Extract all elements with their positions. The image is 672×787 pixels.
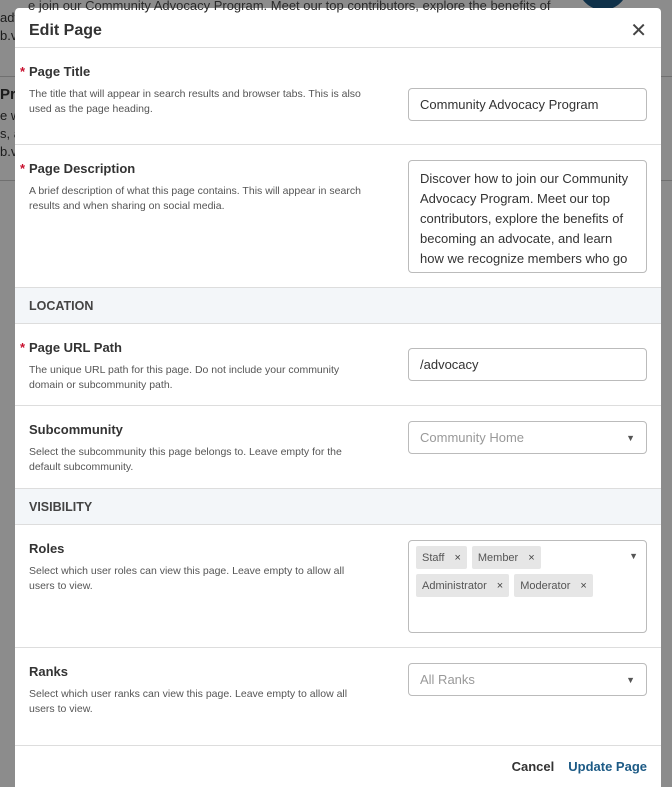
edit-page-dialog: Edit Page ✕ * Page Title The title that w…	[15, 8, 661, 787]
cancel-button[interactable]: Cancel	[512, 759, 555, 774]
select-placeholder: All Ranks	[420, 672, 475, 687]
section-visibility: VISIBILITY	[15, 489, 661, 525]
chevron-down-icon: ▼	[626, 674, 635, 685]
field-help: Select the subcommunity this page belong…	[29, 446, 342, 473]
bg-text: e join our Community Advocacy Program. M…	[28, 0, 551, 13]
field-ranks: Ranks Select which user ranks can view t…	[15, 648, 661, 745]
subcommunity-select[interactable]: Community Home ▼	[408, 421, 647, 454]
field-help: A brief description of what this page co…	[29, 185, 361, 212]
roles-multiselect[interactable]: Staff × Member × Administrator × Moderator ×…	[408, 540, 647, 633]
remove-tag-icon[interactable]: ×	[454, 552, 460, 564]
tag-label: Moderator	[520, 579, 571, 592]
field-label: Subcommunity	[29, 422, 123, 437]
remove-tag-icon[interactable]: ×	[528, 552, 534, 564]
required-marker: *	[20, 161, 26, 176]
field-label: Roles	[29, 541, 65, 556]
field-page-title: * Page Title The title that will appear i…	[15, 48, 661, 145]
field-help: Select which user ranks can view this pa…	[29, 688, 348, 715]
field-page-description: * Page Description A brief description of…	[15, 145, 661, 288]
tag-label: Staff	[422, 551, 445, 564]
select-placeholder: Community Home	[420, 430, 525, 445]
role-tag: Staff ×	[416, 546, 467, 569]
chevron-down-icon: ▼	[626, 432, 635, 443]
field-label: Ranks	[29, 664, 69, 679]
field-help: The title that will appear in search res…	[29, 88, 361, 115]
ranks-select[interactable]: All Ranks ▼	[408, 663, 647, 696]
remove-tag-icon[interactable]: ×	[580, 580, 586, 592]
field-roles: Roles Select which user roles can view t…	[15, 525, 661, 648]
field-url-path: * Page URL Path The unique URL path for t…	[15, 324, 661, 406]
dialog-footer: Cancel Update Page	[15, 745, 661, 787]
role-tag: Administrator ×	[416, 574, 510, 597]
field-label: Page URL Path	[29, 340, 122, 355]
chevron-down-icon[interactable]: ▼	[629, 551, 638, 561]
close-icon[interactable]: ✕	[630, 15, 647, 41]
field-help: Select which user roles can view this pa…	[29, 565, 345, 592]
required-marker: *	[20, 64, 26, 79]
field-help: The unique URL path for this page. Do no…	[29, 364, 340, 391]
section-location: LOCATION	[15, 288, 661, 324]
role-tag: Moderator ×	[514, 574, 593, 597]
tag-label: Administrator	[422, 579, 487, 592]
dialog-title: Edit Page	[29, 21, 102, 39]
field-label: Page Title	[29, 64, 91, 79]
dialog-header: Edit Page ✕	[15, 8, 661, 48]
remove-tag-icon[interactable]: ×	[497, 580, 503, 592]
required-marker: *	[20, 340, 26, 355]
field-label: Page Description	[29, 161, 136, 176]
update-page-button[interactable]: Update Page	[568, 759, 647, 774]
field-subcommunity: Subcommunity Select the subcommunity thi…	[15, 406, 661, 489]
url-path-input[interactable]: /advocacy	[408, 348, 647, 381]
tag-label: Member	[477, 551, 519, 564]
page-title-input[interactable]: Community Advocacy Program	[408, 88, 647, 121]
role-tag: Member ×	[471, 546, 541, 569]
page-description-textarea[interactable]: Discover how to join our Community Advoc…	[408, 160, 647, 273]
